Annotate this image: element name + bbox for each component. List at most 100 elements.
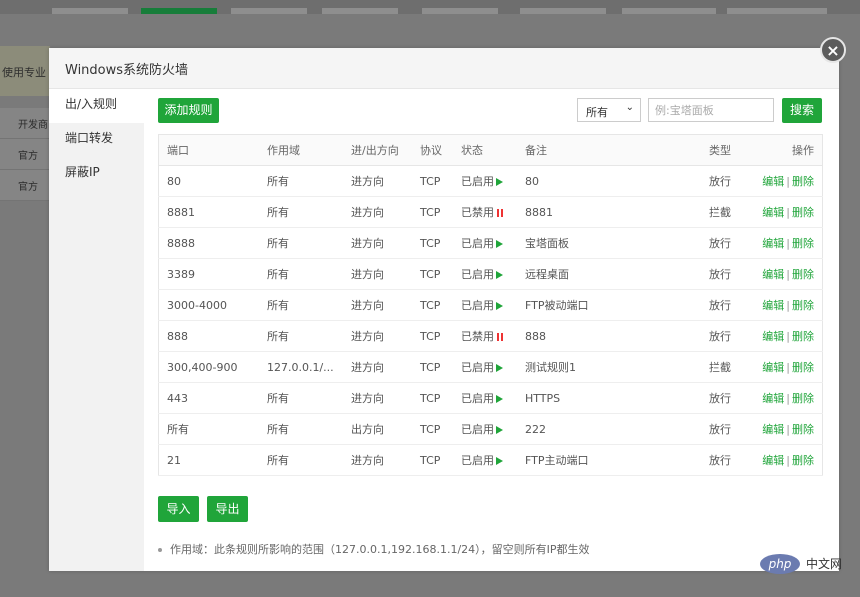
action-separator: | <box>786 330 790 343</box>
filter-select[interactable]: 所有 ⌄ <box>577 98 641 122</box>
background-row-text: 官方 <box>18 182 38 193</box>
watermark: php 中文网 <box>760 552 850 576</box>
cell-protocol: TCP <box>420 444 461 476</box>
action-separator: | <box>786 392 790 405</box>
background-tab <box>231 8 307 14</box>
cell-action: 编辑 | 删除 <box>749 351 823 383</box>
add-rule-button[interactable]: 添加规则 <box>158 98 219 123</box>
status-text: 已启用 <box>461 423 494 436</box>
cell-scope: 所有 <box>267 444 351 476</box>
cell-status[interactable]: 已启用 <box>461 413 525 445</box>
filter-select-value: 所有 <box>586 106 608 119</box>
search-button[interactable]: 搜索 <box>782 98 822 123</box>
action-separator: | <box>786 237 790 250</box>
delete-link[interactable]: 删除 <box>792 423 814 436</box>
header-scope: 作用域 <box>267 134 351 166</box>
status-text: 已禁用 <box>461 206 494 219</box>
cell-direction: 进方向 <box>351 227 420 259</box>
cell-type: 拦截 <box>709 196 749 228</box>
rules-table: 端口 作用域 进/出方向 协议 状态 备注 类型 操作 80 所有 进方向 TCP 已启… <box>158 134 823 476</box>
cell-action: 编辑 | 删除 <box>749 382 823 414</box>
table-row: 21 所有 进方向 TCP 已启用 FTP主动端口 放行 编辑 | 删除 <box>158 444 823 476</box>
delete-link[interactable]: 删除 <box>792 206 814 219</box>
delete-link[interactable]: 删除 <box>792 175 814 188</box>
export-button[interactable]: 导出 <box>207 496 248 522</box>
edit-link[interactable]: 编辑 <box>762 423 784 436</box>
dialog-sidebar: 出/入规则 端口转发 屏蔽IP <box>49 89 144 571</box>
delete-link[interactable]: 删除 <box>792 330 814 343</box>
delete-link[interactable]: 删除 <box>792 361 814 374</box>
play-icon <box>496 178 503 186</box>
cell-type: 拦截 <box>709 351 749 383</box>
cell-protocol: TCP <box>420 382 461 414</box>
edit-link[interactable]: 编辑 <box>762 361 784 374</box>
cell-action: 编辑 | 删除 <box>749 196 823 228</box>
cell-protocol: TCP <box>420 351 461 383</box>
cell-protocol: TCP <box>420 320 461 352</box>
watermark-text: 中文网 <box>806 557 843 571</box>
sidebar-item-block-ip[interactable]: 屏蔽IP <box>49 157 144 191</box>
header-action: 操作 <box>749 134 823 166</box>
firewall-dialog: Windows系统防火墙 出/入规则 端口转发 屏蔽IP 添加规则 所有 ⌄ 搜… <box>49 48 839 571</box>
edit-link[interactable]: 编辑 <box>762 268 784 281</box>
cell-scope: 所有 <box>267 382 351 414</box>
header-direction: 进/出方向 <box>351 134 420 166</box>
cell-port: 3000-4000 <box>158 289 267 321</box>
watermark-logo: php <box>760 554 800 574</box>
cell-type: 放行 <box>709 444 749 476</box>
cell-status[interactable]: 已启用 <box>461 289 525 321</box>
cell-status[interactable]: 已启用 <box>461 165 525 197</box>
delete-link[interactable]: 删除 <box>792 299 814 312</box>
table-row: 8881 所有 进方向 TCP 已禁用 8881 拦截 编辑 | 删除 <box>158 196 823 228</box>
cell-protocol: TCP <box>420 165 461 197</box>
cell-direction: 进方向 <box>351 444 420 476</box>
cell-status[interactable]: 已禁用 <box>461 196 525 228</box>
import-button[interactable]: 导入 <box>158 496 199 522</box>
cell-status[interactable]: 已启用 <box>461 258 525 290</box>
edit-link[interactable]: 编辑 <box>762 392 784 405</box>
cell-port: 300,400-900 <box>158 351 267 383</box>
edit-link[interactable]: 编辑 <box>762 299 784 312</box>
close-icon[interactable]: × <box>820 37 846 63</box>
edit-link[interactable]: 编辑 <box>762 330 784 343</box>
cell-port: 888 <box>158 320 267 352</box>
search-input[interactable] <box>648 98 774 122</box>
cell-direction: 进方向 <box>351 351 420 383</box>
status-text: 已启用 <box>461 454 494 467</box>
cell-protocol: TCP <box>420 227 461 259</box>
cell-status[interactable]: 已启用 <box>461 444 525 476</box>
delete-link[interactable]: 删除 <box>792 268 814 281</box>
cell-status[interactable]: 已启用 <box>461 351 525 383</box>
background-row: 官方 <box>0 170 50 201</box>
cell-status[interactable]: 已禁用 <box>461 320 525 352</box>
cell-remark: 测试规则1 <box>525 351 709 383</box>
edit-link[interactable]: 编辑 <box>762 237 784 250</box>
cell-port: 21 <box>158 444 267 476</box>
cell-direction: 进方向 <box>351 382 420 414</box>
cell-type: 放行 <box>709 413 749 445</box>
background-row-text: 官方 <box>18 151 38 162</box>
status-text: 已启用 <box>461 392 494 405</box>
status-text: 已启用 <box>461 299 494 312</box>
edit-link[interactable]: 编辑 <box>762 454 784 467</box>
header-protocol: 协议 <box>420 134 461 166</box>
delete-link[interactable]: 删除 <box>792 392 814 405</box>
delete-link[interactable]: 删除 <box>792 454 814 467</box>
chevron-down-icon: ⌄ <box>625 102 634 113</box>
action-separator: | <box>786 423 790 436</box>
sidebar-item-rules[interactable]: 出/入规则 <box>49 89 144 123</box>
edit-link[interactable]: 编辑 <box>762 206 784 219</box>
table-row: 443 所有 进方向 TCP 已启用 HTTPS 放行 编辑 | 删除 <box>158 382 823 414</box>
dialog-title: Windows系统防火墙 <box>65 63 189 78</box>
cell-status[interactable]: 已启用 <box>461 227 525 259</box>
cell-type: 放行 <box>709 258 749 290</box>
action-separator: | <box>786 361 790 374</box>
edit-link[interactable]: 编辑 <box>762 175 784 188</box>
background-tab <box>422 8 498 14</box>
delete-link[interactable]: 删除 <box>792 237 814 250</box>
sidebar-item-port-forward[interactable]: 端口转发 <box>49 123 144 157</box>
pause-icon <box>497 333 503 341</box>
cell-port: 3389 <box>158 258 267 290</box>
cell-status[interactable]: 已启用 <box>461 382 525 414</box>
play-icon <box>496 302 503 310</box>
